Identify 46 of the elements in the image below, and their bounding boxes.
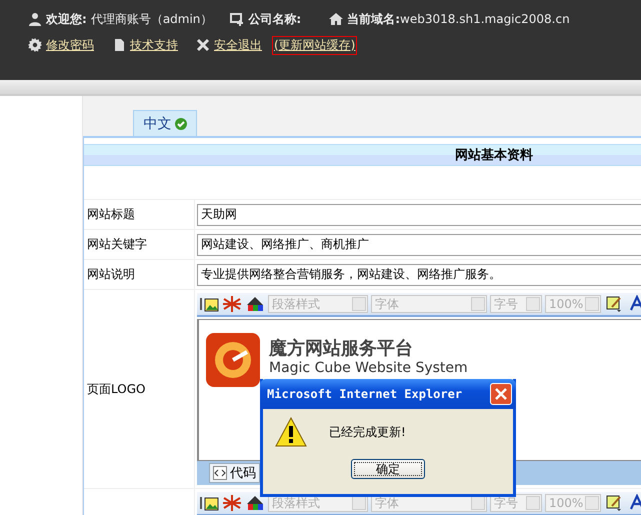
header-link[interactable]: 技术支持 (130, 36, 178, 54)
logo-title: 魔方网站服务平台 (269, 337, 414, 360)
logo-icon (205, 332, 261, 388)
domain-label: 当前域名: (347, 10, 400, 28)
company-label: 公司名称: (248, 10, 302, 28)
field-label: 页面LOGO (84, 290, 195, 488)
input-field[interactable]: 天助网 (197, 204, 641, 226)
account-name: 代理商账号（admin） (90, 10, 212, 28)
window-plus-icon (230, 12, 244, 26)
close-icon (494, 387, 508, 401)
panel-title: 网站基本资料 (455, 147, 533, 164)
image-icon[interactable] (199, 494, 219, 512)
header-link[interactable]: (更新网站缓存) (272, 36, 358, 54)
font-color-icon[interactable] (627, 295, 641, 313)
highlighter-icon[interactable] (604, 494, 624, 512)
domain-name: web3018.sh1.magic2008.cn (400, 12, 570, 26)
gear-icon (28, 38, 42, 52)
starburst-icon[interactable] (222, 494, 242, 512)
field-label: 网站说明 (84, 260, 195, 289)
user-icon (28, 12, 42, 26)
dialog-message: 已经完成更新! (329, 424, 406, 440)
field-label: 网站关键字 (84, 230, 195, 259)
code-button[interactable]: 代码 (209, 463, 260, 483)
image-icon[interactable] (199, 295, 219, 313)
input-field[interactable]: 专业提供网络整合营销服务，网站建设、网络推广服务。 (197, 264, 641, 286)
check-icon (174, 118, 186, 130)
warning-icon (275, 417, 307, 447)
document-icon (112, 38, 126, 52)
input-field[interactable]: 网站建设、网络推广、商机推广 (197, 234, 641, 256)
close-icon (196, 38, 210, 52)
palette-icon[interactable] (245, 494, 265, 512)
ok-button[interactable]: 确定 (351, 459, 425, 479)
palette-icon[interactable] (245, 295, 265, 313)
starburst-icon[interactable] (222, 295, 242, 313)
dialog-title: Microsoft Internet Explorer (267, 387, 462, 401)
logo-subtitle: Magic Cube Website System (269, 360, 468, 376)
close-button[interactable] (490, 383, 512, 405)
font-color-icon[interactable] (627, 494, 641, 512)
field-label: 网站标题 (84, 200, 195, 229)
code-icon (213, 466, 227, 480)
welcome-label: 欢迎您: (46, 10, 87, 28)
highlighter-icon[interactable] (604, 295, 624, 313)
home-icon (329, 12, 344, 26)
header-link[interactable]: 修改密码 (46, 36, 94, 54)
language-tab[interactable]: 中文 (133, 110, 197, 136)
header-link[interactable]: 安全退出 (214, 36, 262, 54)
